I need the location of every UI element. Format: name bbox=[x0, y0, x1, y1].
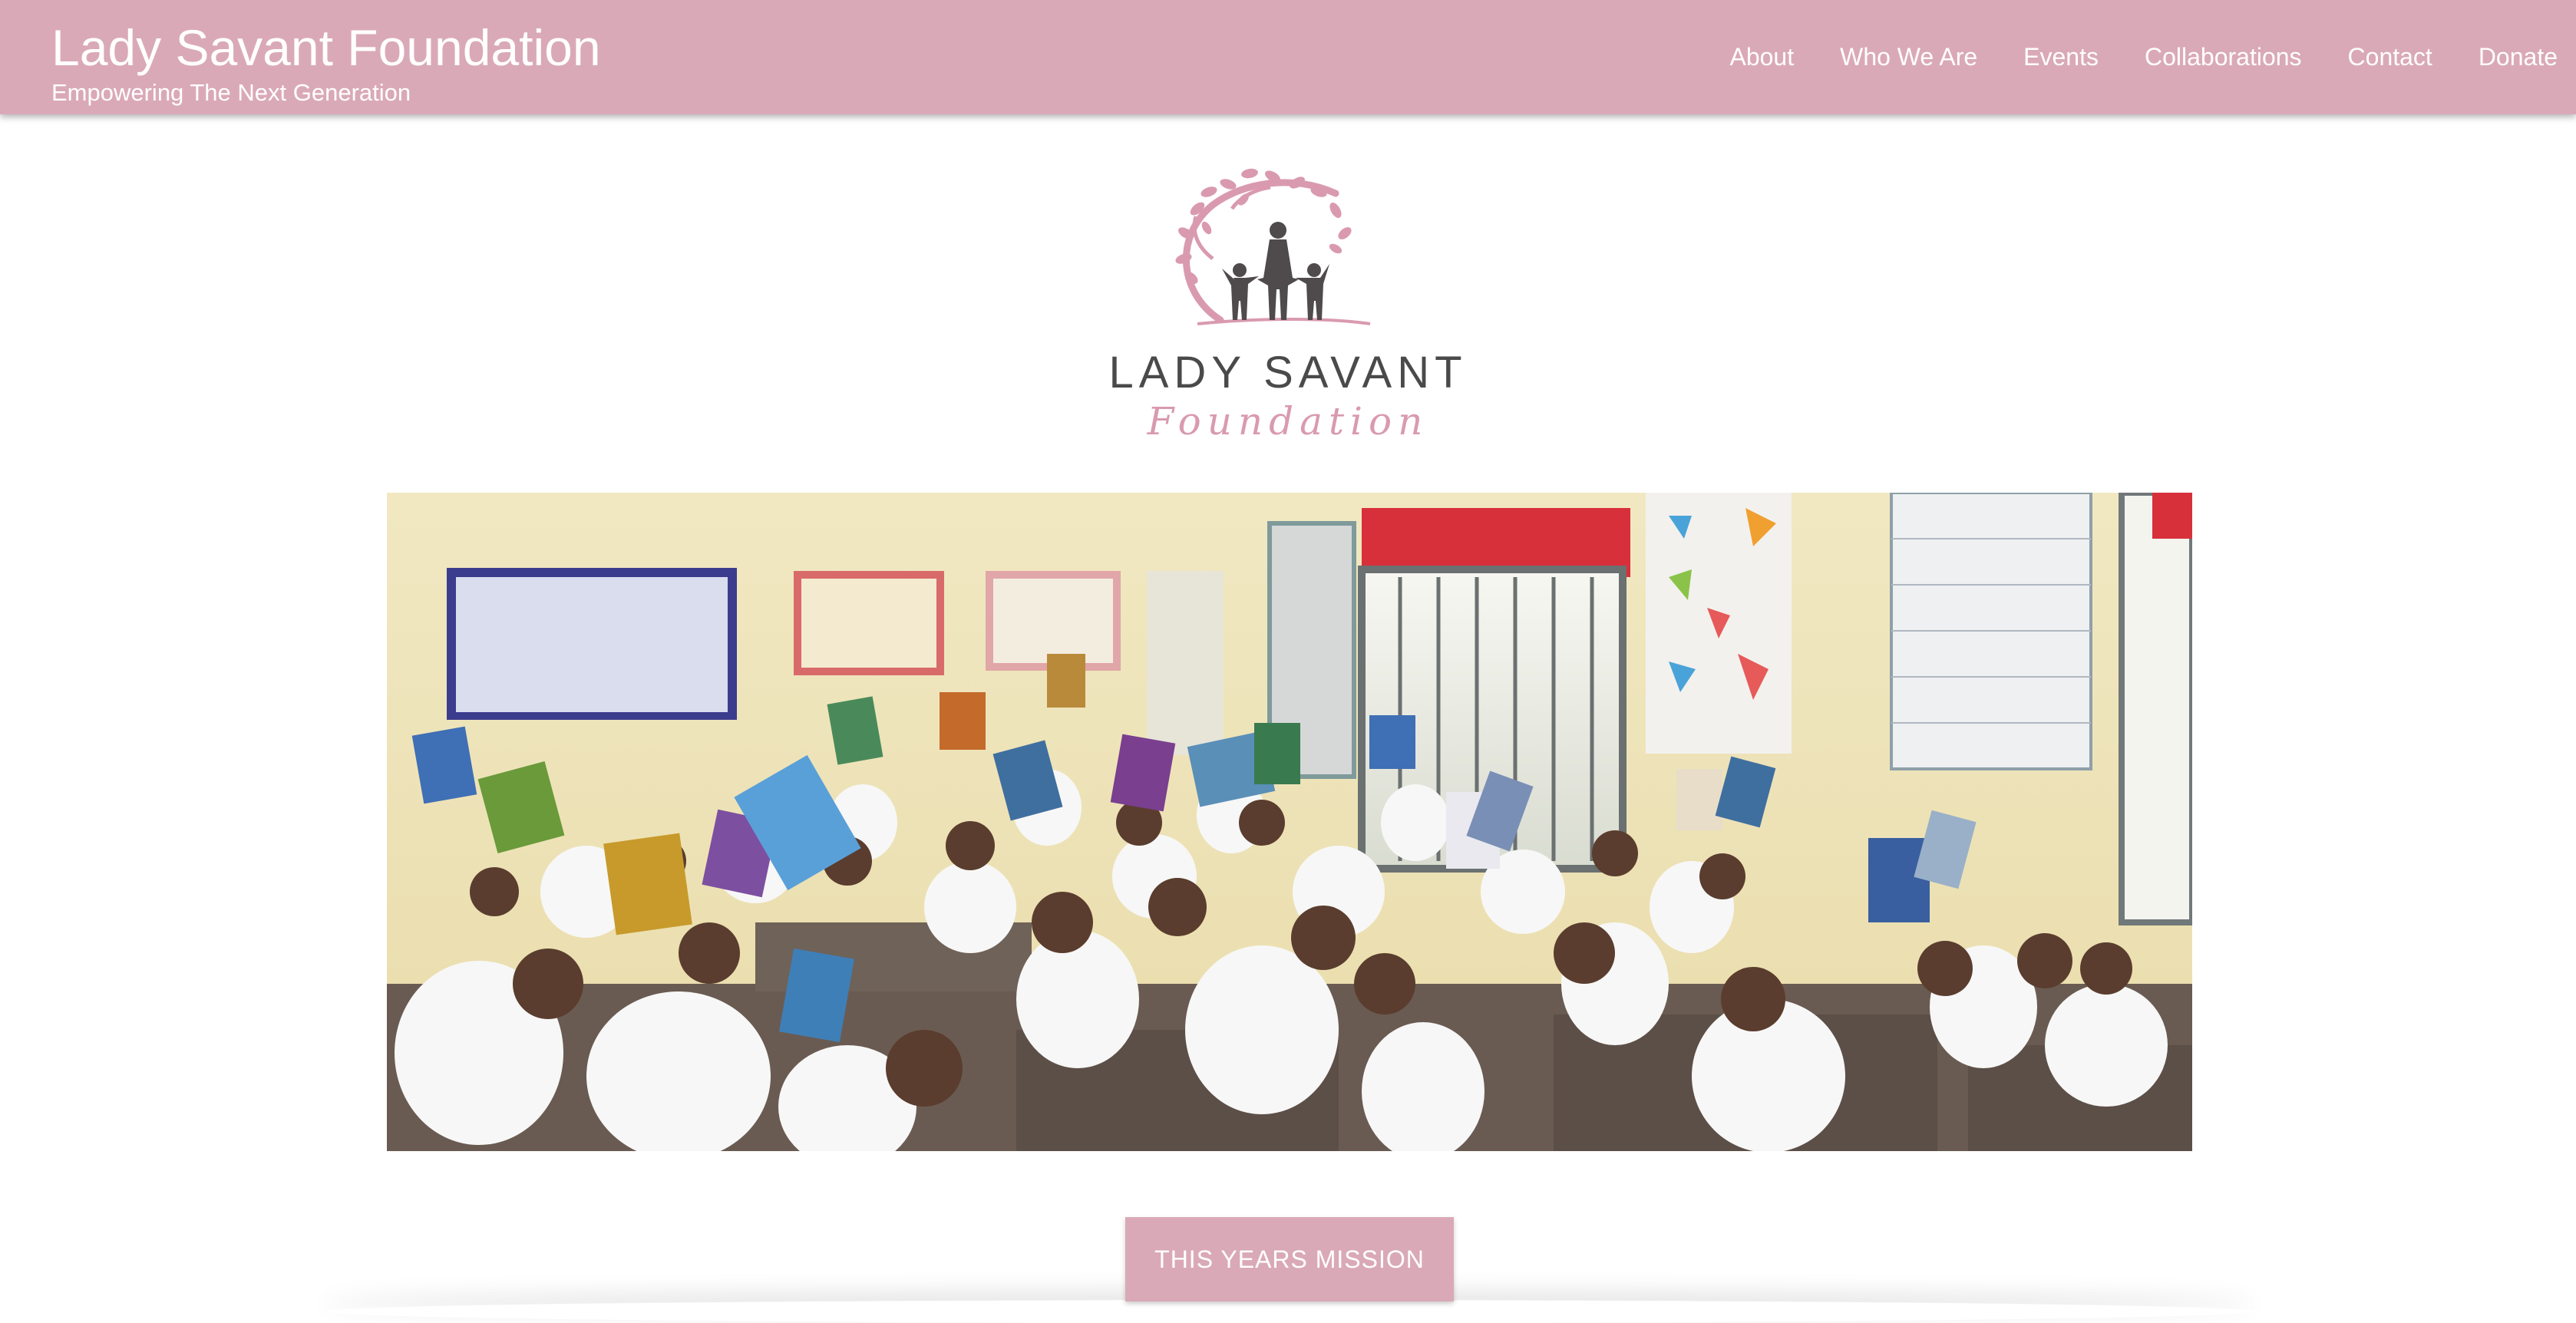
site-tagline: Empowering The Next Generation bbox=[51, 79, 411, 106]
nav-contact[interactable]: Contact bbox=[2348, 43, 2432, 71]
this-years-mission-button[interactable]: THIS YEARS MISSION bbox=[1125, 1217, 1454, 1302]
family-tree-icon bbox=[1175, 168, 1371, 325]
classroom-photo bbox=[387, 493, 2192, 1151]
nav-collaborations[interactable]: Collaborations bbox=[2145, 43, 2302, 71]
main-nav: About Who We Are Events Collaborations C… bbox=[1683, 0, 2558, 114]
foundation-logo: LADY SAVANT Foundation bbox=[1105, 163, 1471, 447]
section-shadow bbox=[322, 1300, 2257, 1323]
site-header: Lady Savant Foundation Empowering The Ne… bbox=[0, 0, 2576, 114]
nav-about[interactable]: About bbox=[1729, 43, 1794, 71]
logo-script-text: Foundation bbox=[1147, 399, 1429, 444]
nav-who-we-are[interactable]: Who We Are bbox=[1840, 43, 1977, 71]
hero-classroom-image bbox=[387, 493, 2192, 1151]
site-brand[interactable]: Lady Savant Foundation Empowering The Ne… bbox=[51, 17, 601, 107]
site-title[interactable]: Lady Savant Foundation bbox=[51, 17, 601, 78]
logo-wordmark: LADY SAVANT bbox=[1108, 348, 1468, 398]
nav-donate[interactable]: Donate bbox=[2479, 43, 2558, 71]
nav-events[interactable]: Events bbox=[2023, 43, 2099, 71]
